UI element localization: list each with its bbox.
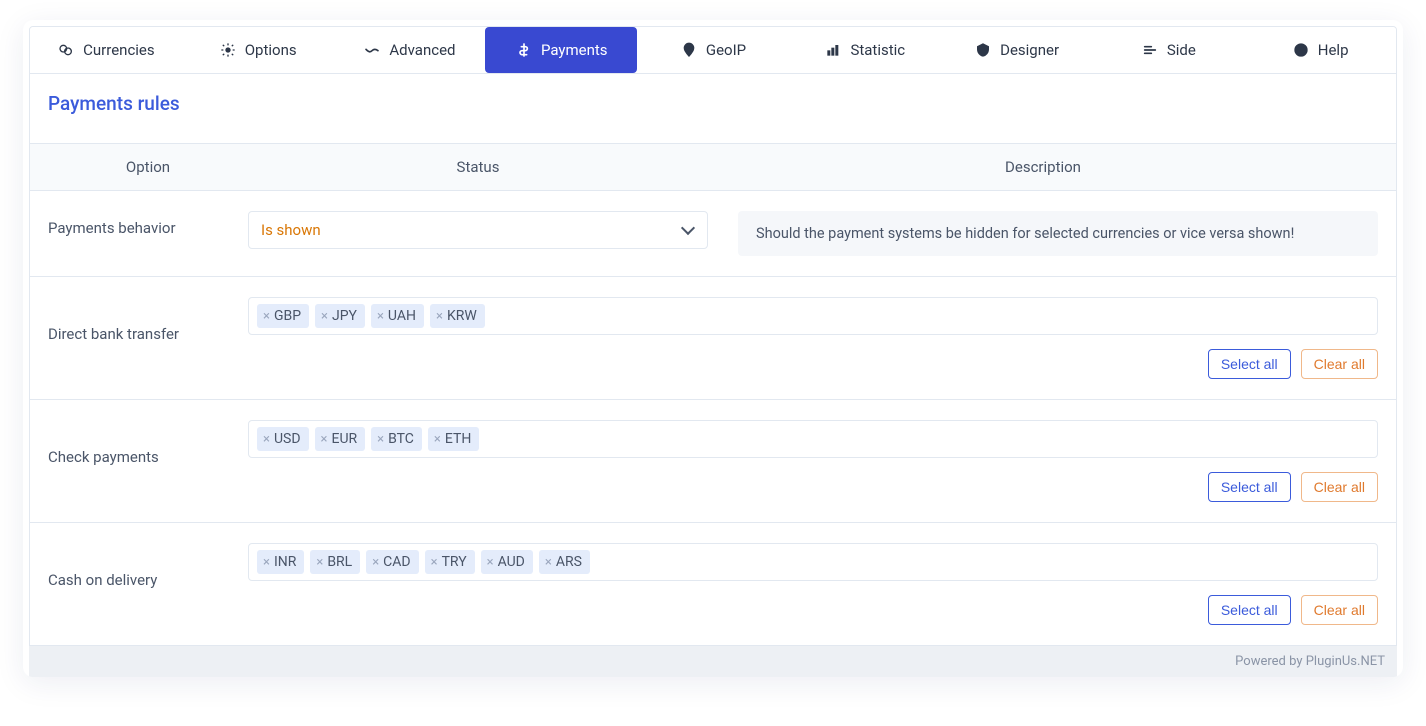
tab-payments[interactable]: Payments <box>485 27 637 73</box>
tag-label: CAD <box>383 554 410 570</box>
currency-tag: × BTC <box>371 427 422 451</box>
currency-tag: × TRY <box>425 550 475 574</box>
option-label: Direct bank transfer <box>48 297 248 343</box>
currency-tag: × INR <box>257 550 304 574</box>
currency-tag: × GBP <box>257 304 309 328</box>
options-icon <box>219 41 237 59</box>
tag-label: BRL <box>327 554 352 570</box>
tag-label: JPY <box>332 308 357 324</box>
tab-label: Advanced <box>389 41 455 59</box>
tag-label: EUR <box>331 431 357 447</box>
tab-label: Help <box>1318 41 1349 59</box>
currency-tag: × ETH <box>428 427 479 451</box>
currency-tag: × USD <box>257 427 309 451</box>
remove-tag-icon[interactable]: × <box>436 309 443 324</box>
payments-icon <box>515 41 533 59</box>
footer-text: Powered by PluginUs.NET <box>29 646 1397 677</box>
designer-icon <box>974 41 992 59</box>
row-payments-behavior: Payments behavior Is shown Should the pa… <box>30 191 1396 277</box>
tab-currencies[interactable]: Currencies <box>30 27 182 73</box>
tab-advanced[interactable]: Advanced <box>334 27 486 73</box>
remove-tag-icon[interactable]: × <box>263 555 270 570</box>
currency-tag: × JPY <box>315 304 365 328</box>
tag-label: ETH <box>445 431 471 447</box>
tab-label: Options <box>245 41 297 59</box>
statistic-icon <box>824 41 842 59</box>
advanced-icon <box>363 41 381 59</box>
header-status: Status <box>248 158 708 176</box>
select-all-button[interactable]: Select all <box>1208 472 1291 502</box>
remove-tag-icon[interactable]: × <box>321 432 328 447</box>
tab-label: Side <box>1167 41 1196 59</box>
remove-tag-icon[interactable]: × <box>431 555 438 570</box>
tag-label: UAH <box>388 308 416 324</box>
currency-tag: ×EUR <box>315 427 366 451</box>
remove-tag-icon[interactable]: × <box>434 432 441 447</box>
tag-label: GBP <box>274 308 301 324</box>
tab-geoip[interactable]: GeoIP <box>637 27 789 73</box>
tag-label: AUD <box>498 554 525 570</box>
tag-label: USD <box>274 431 301 447</box>
remove-tag-icon[interactable]: × <box>377 309 384 324</box>
tag-label: BTC <box>388 431 414 447</box>
remove-tag-icon[interactable]: × <box>321 309 328 324</box>
tab-label: Currencies <box>83 41 155 59</box>
tab-label: Designer <box>1000 41 1059 59</box>
clear-all-button[interactable]: Clear all <box>1301 472 1378 502</box>
option-label: Payments behavior <box>48 211 248 237</box>
tag-label: KRW <box>447 308 477 324</box>
header-option: Option <box>48 158 248 176</box>
currency-tag: × BRL <box>310 550 360 574</box>
clear-all-button[interactable]: Clear all <box>1301 595 1378 625</box>
tab-side[interactable]: Side <box>1092 27 1244 73</box>
remove-tag-icon[interactable]: × <box>263 309 270 324</box>
tab-options[interactable]: Options <box>182 27 334 73</box>
currency-tags-input[interactable]: ×USD×EUR×BTC×ETH <box>248 420 1378 458</box>
remove-tag-icon[interactable]: × <box>263 432 270 447</box>
behavior-description: Should the payment systems be hidden for… <box>738 211 1378 256</box>
currencies-icon <box>57 41 75 59</box>
tab-label: Payments <box>541 41 608 59</box>
tab-designer[interactable]: Designer <box>941 27 1093 73</box>
tag-label: TRY <box>442 554 467 570</box>
tag-label: ARS <box>556 554 582 570</box>
clear-all-button[interactable]: Clear all <box>1301 349 1378 379</box>
behavior-select[interactable]: Is shown <box>248 211 708 249</box>
tab-help[interactable]: Help <box>1244 27 1396 73</box>
select-all-button[interactable]: Select all <box>1208 349 1291 379</box>
payment-row: Direct bank transfer × GBP × JPY × UAH × KRW Sele… <box>30 277 1396 400</box>
select-all-button[interactable]: Select all <box>1208 595 1291 625</box>
currency-tag: × AUD <box>481 550 533 574</box>
tab-statistic[interactable]: Statistic <box>789 27 941 73</box>
currency-tags-input[interactable]: × INR × BRL × CAD × TRY × AUD × ARS <box>248 543 1378 581</box>
help-icon <box>1292 41 1310 59</box>
currency-tag: × KRW <box>430 304 485 328</box>
section-title: Payments rules <box>30 74 1396 143</box>
tab-bar: Currencies Options Advanced Payments GeoIP St… <box>30 27 1396 74</box>
option-label: Check payments <box>48 420 248 466</box>
side-icon <box>1141 41 1159 59</box>
header-description: Description <box>708 158 1378 176</box>
currency-tag: × UAH <box>371 304 424 328</box>
tab-label: Statistic <box>850 41 905 59</box>
settings-panel: Currencies Options Advanced Payments GeoIP St… <box>23 20 1403 677</box>
payment-row: Cash on delivery × INR × BRL × CAD × TRY × AUD × ARS… <box>30 523 1396 645</box>
option-label: Cash on delivery <box>48 543 248 589</box>
payment-row: Check payments×USD×EUR×BTC×ETHSelect all… <box>30 400 1396 523</box>
currency-tags-input[interactable]: × GBP × JPY × UAH × KRW <box>248 297 1378 335</box>
geoip-icon <box>680 41 698 59</box>
tab-label: GeoIP <box>706 41 746 59</box>
currency-tag: × CAD <box>366 550 418 574</box>
tag-label: INR <box>274 554 296 570</box>
remove-tag-icon[interactable]: × <box>487 555 494 570</box>
currency-tag: × ARS <box>539 550 590 574</box>
remove-tag-icon[interactable]: × <box>377 432 384 447</box>
remove-tag-icon[interactable]: × <box>545 555 552 570</box>
remove-tag-icon[interactable]: × <box>316 555 323 570</box>
table-header: Option Status Description <box>30 143 1396 191</box>
remove-tag-icon[interactable]: × <box>372 555 379 570</box>
